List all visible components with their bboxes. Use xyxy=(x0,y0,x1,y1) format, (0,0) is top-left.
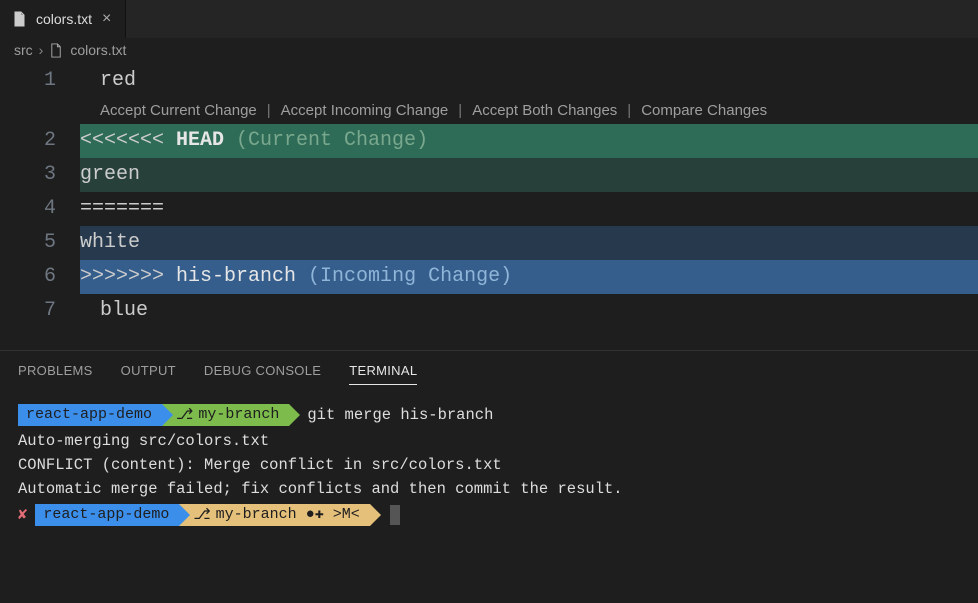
prompt-branch-segment: ⎇my-branch xyxy=(162,404,289,426)
terminal-prompt: ✘ react-app-demo ⎇my-branch ●✚ >M< xyxy=(18,503,960,527)
code-line[interactable]: red xyxy=(80,64,978,98)
editor[interactable]: 1 red Accept Current Change | Accept Inc… xyxy=(0,64,978,334)
tab-filename: colors.txt xyxy=(36,11,92,27)
breadcrumb[interactable]: src › colors.txt xyxy=(0,38,978,64)
error-indicator-icon: ✘ xyxy=(18,503,35,527)
chevron-right-icon: › xyxy=(39,42,44,58)
line-number: 7 xyxy=(0,294,80,328)
terminal-command: git merge his-branch xyxy=(307,403,493,427)
terminal-prompt: react-app-demo ⎇my-branch git merge his-… xyxy=(18,403,960,427)
prompt-dir-segment: react-app-demo xyxy=(35,504,179,526)
line-number: 1 xyxy=(0,64,80,98)
tab-bar: colors.txt × xyxy=(0,0,978,38)
file-icon xyxy=(12,11,28,27)
tab-debug-console[interactable]: DEBUG CONSOLE xyxy=(204,363,321,385)
prompt-branch-segment: ⎇my-branch ●✚ >M< xyxy=(179,504,369,526)
close-icon[interactable]: × xyxy=(100,11,113,27)
line-number: 4 xyxy=(0,192,80,226)
code-line[interactable]: blue xyxy=(80,294,978,328)
tab-terminal[interactable]: TERMINAL xyxy=(349,363,417,385)
terminal-output: Automatic merge failed; fix conflicts an… xyxy=(18,477,960,501)
merge-codelens: Accept Current Change | Accept Incoming … xyxy=(80,98,978,124)
panel-tabs: PROBLEMS OUTPUT DEBUG CONSOLE TERMINAL xyxy=(0,351,978,395)
line-number: 5 xyxy=(0,226,80,260)
file-tab[interactable]: colors.txt × xyxy=(0,0,126,38)
accept-current-link[interactable]: Accept Current Change xyxy=(100,98,257,124)
breadcrumb-file[interactable]: colors.txt xyxy=(70,42,126,58)
code-line[interactable]: white xyxy=(80,226,978,260)
breadcrumb-folder[interactable]: src xyxy=(14,42,33,58)
tab-output[interactable]: OUTPUT xyxy=(121,363,176,385)
code-line[interactable]: green xyxy=(80,158,978,192)
terminal-output: Auto-merging src/colors.txt xyxy=(18,429,960,453)
accept-both-link[interactable]: Accept Both Changes xyxy=(472,98,617,124)
terminal-output: CONFLICT (content): Merge conflict in sr… xyxy=(18,453,960,477)
terminal-cursor xyxy=(390,505,400,525)
line-number: 3 xyxy=(0,158,80,192)
conflict-divider[interactable]: ======= xyxy=(80,192,978,226)
compare-changes-link[interactable]: Compare Changes xyxy=(641,98,767,124)
line-number: 2 xyxy=(0,124,80,158)
terminal[interactable]: react-app-demo ⎇my-branch git merge his-… xyxy=(0,395,978,535)
prompt-dir-segment: react-app-demo xyxy=(18,404,162,426)
bottom-panel: PROBLEMS OUTPUT DEBUG CONSOLE TERMINAL r… xyxy=(0,350,978,535)
line-number: 6 xyxy=(0,260,80,294)
file-icon xyxy=(49,43,64,58)
conflict-head-marker[interactable]: <<<<<<< HEAD (Current Change) xyxy=(80,124,978,158)
conflict-incoming-marker[interactable]: >>>>>>> his-branch (Incoming Change) xyxy=(80,260,978,294)
branch-icon: ⎇ xyxy=(193,503,210,526)
tab-problems[interactable]: PROBLEMS xyxy=(18,363,93,385)
accept-incoming-link[interactable]: Accept Incoming Change xyxy=(281,98,449,124)
branch-icon: ⎇ xyxy=(176,403,193,426)
